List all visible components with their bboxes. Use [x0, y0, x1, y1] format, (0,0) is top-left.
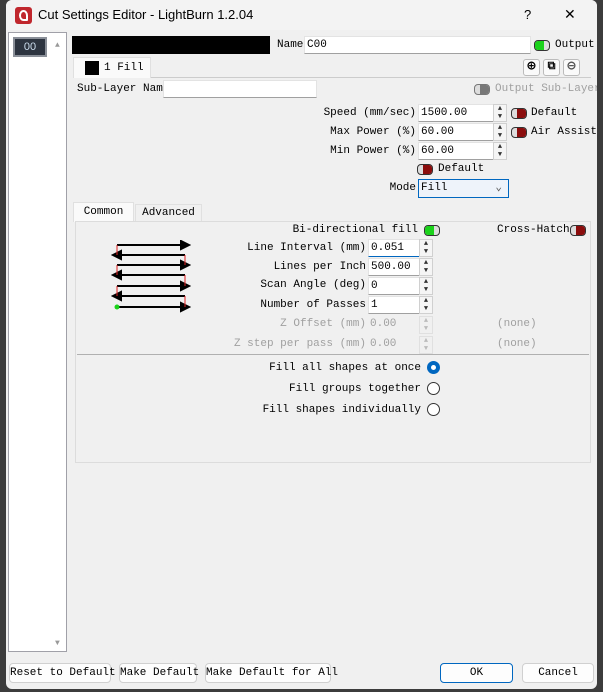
- chevron-down-icon: ⌄: [495, 182, 502, 194]
- line-interval-input[interactable]: 0.051: [368, 239, 420, 257]
- layer-name-input[interactable]: C00: [304, 36, 531, 54]
- default2-label: Default: [438, 163, 485, 175]
- fill-pattern-diagram: [111, 240, 191, 313]
- mode-label: Mode: [389, 182, 416, 194]
- add-sublayer-icon[interactable]: ⊕: [523, 59, 540, 76]
- divider: [77, 354, 589, 355]
- lpi-spinner[interactable]: ▲ ▼: [419, 258, 433, 276]
- sublayer-name-input[interactable]: [163, 80, 317, 98]
- title-bar: Cut Settings Editor - LightBurn 1.2.04 ?…: [6, 0, 597, 30]
- z-step-label: Z step per pass (mm): [233, 338, 366, 350]
- min-power-input[interactable]: 60.00: [418, 142, 494, 160]
- sublayer-tab[interactable]: 1 Fill: [73, 57, 151, 78]
- name-label: Name: [277, 39, 304, 51]
- z-offset-spinner: ▲ ▼: [419, 316, 433, 334]
- line-interval-label: Line Interval (mm): [247, 242, 366, 254]
- default-label: Default: [531, 107, 578, 119]
- scroll-up-icon[interactable]: ▲: [55, 41, 60, 50]
- air-assist-toggle[interactable]: [511, 127, 527, 138]
- copy-sublayer-icon[interactable]: ⧉: [543, 59, 560, 76]
- fill-all-radio[interactable]: [427, 361, 440, 374]
- z-offset-none: (none): [497, 318, 537, 330]
- layer-color-swatch[interactable]: [72, 36, 270, 54]
- fill-individually-radio[interactable]: [427, 403, 440, 416]
- crosshatch-label: Cross-Hatch: [497, 224, 570, 236]
- output-toggle[interactable]: [534, 40, 550, 51]
- reset-to-default-button[interactable]: Reset to Default: [9, 663, 116, 683]
- scroll-down-icon[interactable]: ▼: [55, 639, 60, 648]
- speed-input[interactable]: 1500.00: [418, 104, 494, 122]
- scan-angle-input[interactable]: 0: [368, 277, 420, 295]
- z-step-none: (none): [497, 338, 537, 350]
- make-default-button[interactable]: Make Default: [119, 663, 199, 683]
- crosshatch-toggle[interactable]: [570, 225, 586, 236]
- scan-angle-label: Scan Angle (deg): [260, 279, 366, 291]
- tab-advanced[interactable]: Advanced: [135, 204, 202, 222]
- sublayer-color-swatch: [85, 61, 99, 75]
- output-sublayer-toggle[interactable]: [474, 84, 490, 95]
- passes-input[interactable]: 1: [368, 296, 420, 314]
- fill-all-label: Fill all shapes at once: [269, 362, 421, 374]
- help-button[interactable]: ?: [524, 7, 531, 22]
- z-offset-input: 0.00: [368, 316, 420, 334]
- remove-sublayer-icon[interactable]: ⊖: [563, 59, 580, 76]
- max-power-label: Max Power (%): [330, 126, 416, 138]
- divider: [151, 77, 591, 78]
- cut-settings-dialog: Cut Settings Editor - LightBurn 1.2.04 ?…: [6, 0, 597, 689]
- window-title: Cut Settings Editor - LightBurn 1.2.04: [38, 7, 254, 22]
- air-assist-label: Air Assist: [531, 126, 597, 138]
- line-interval-spinner[interactable]: ▲ ▼: [419, 239, 433, 257]
- scan-angle-spinner[interactable]: ▲ ▼: [419, 277, 433, 295]
- speed-spinner[interactable]: ▲ ▼: [493, 104, 507, 122]
- z-offset-label: Z Offset (mm): [280, 318, 366, 330]
- output-label: Output: [555, 39, 595, 51]
- cancel-button[interactable]: Cancel: [522, 663, 594, 683]
- max-power-input[interactable]: 60.00: [418, 123, 494, 141]
- layer-item-00[interactable]: 00: [13, 37, 47, 57]
- output-sublayer-label: Output Sub-Layer: [495, 83, 597, 95]
- min-power-spinner[interactable]: ▲ ▼: [493, 142, 507, 160]
- fill-groups-label: Fill groups together: [288, 383, 421, 395]
- lpi-input[interactable]: 500.00: [368, 258, 420, 276]
- layer-list[interactable]: 00 ▲ ▼: [8, 32, 67, 652]
- passes-spinner[interactable]: ▲ ▼: [419, 296, 433, 314]
- speed-label: Speed (mm/sec): [323, 107, 416, 119]
- lpi-label: Lines per Inch: [273, 261, 366, 273]
- bidir-fill-toggle[interactable]: [424, 225, 440, 236]
- max-power-spinner[interactable]: ▲ ▼: [493, 123, 507, 141]
- fill-individually-label: Fill shapes individually: [262, 404, 421, 416]
- make-default-all-button[interactable]: Make Default for All: [205, 663, 338, 683]
- z-step-input: 0.00: [368, 336, 420, 354]
- ok-button[interactable]: OK: [440, 663, 513, 683]
- sublayer-tab-label: 1 Fill: [104, 62, 144, 74]
- passes-label: Number of Passes: [260, 299, 366, 311]
- default2-toggle[interactable]: [417, 164, 433, 175]
- min-power-label: Min Power (%): [330, 145, 416, 157]
- lightburn-logo-icon: [15, 7, 32, 24]
- z-step-spinner: ▲ ▼: [419, 336, 433, 354]
- fill-groups-radio[interactable]: [427, 382, 440, 395]
- mode-value: Fill: [421, 182, 448, 194]
- tab-common[interactable]: Common: [73, 202, 134, 222]
- sublayer-name-label: Sub-Layer Name: [77, 83, 170, 95]
- mode-select[interactable]: Fill ⌄: [418, 179, 509, 198]
- close-button[interactable]: ✕: [564, 6, 576, 23]
- default-toggle[interactable]: [511, 108, 527, 119]
- bidir-fill-label: Bi-directional fill: [292, 224, 418, 236]
